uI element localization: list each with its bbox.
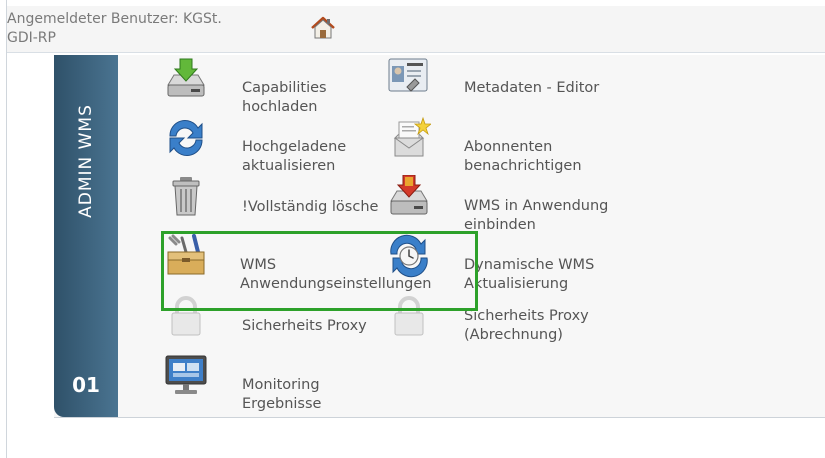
user-label-line2: GDI-RP	[7, 30, 56, 46]
item-capabilities-upload[interactable]: Capabilities hochladen	[164, 57, 374, 117]
toolbox-icon	[167, 234, 205, 275]
label-line1: Hochgeladene	[242, 139, 347, 155]
label-line1: Capabilities	[242, 80, 327, 96]
item-monitoring-results[interactable]: Monitoring Ergebnisse	[164, 354, 374, 414]
label-line1: Monitoring	[242, 377, 320, 393]
home-icon[interactable]	[310, 15, 336, 41]
item-security-proxy-billing[interactable]: Sicherheits Proxy (Abrechnung)	[387, 293, 627, 353]
item-delete-completely[interactable]: !Vollständig lösche	[164, 175, 389, 235]
item-label: Capabilities hochladen	[242, 79, 327, 117]
item-dynamic-wms-update[interactable]: Dynamische WMS Aktualisierung	[387, 234, 627, 294]
trash-icon	[172, 177, 200, 216]
item-wms-in-application[interactable]: WMS in Anwendung einbinden	[387, 175, 627, 235]
item-label: Dynamische WMS Aktualisierung	[464, 256, 594, 294]
item-label: Sicherheits Proxy (Abrechnung)	[464, 307, 589, 345]
id-card-icon	[388, 58, 428, 92]
label-line1: !Vollständig lösche	[242, 199, 379, 215]
item-security-proxy[interactable]: Sicherheits Proxy	[164, 293, 389, 353]
lock-icon	[394, 296, 424, 336]
item-label: Monitoring Ergebnisse	[242, 376, 321, 414]
item-label: Hochgeladene aktualisieren	[242, 138, 346, 176]
logged-in-user: Angemeldeter Benutzer: KGSt. GDI-RP	[7, 10, 307, 48]
item-notify-subscribers[interactable]: Abonnenten benachrichtigen	[387, 116, 627, 176]
label-line2: (Abrechnung)	[464, 327, 563, 343]
label-line2: Ergebnisse	[242, 396, 322, 412]
item-label: Metadaten - Editor	[464, 79, 599, 98]
drive-import-icon	[390, 175, 428, 215]
label-line2: hochladen	[242, 99, 318, 115]
item-wms-app-settings[interactable]: WMS Anwendungseinstellungen	[164, 234, 431, 294]
item-label: !Vollständig lösche	[242, 198, 378, 217]
refresh-icon	[169, 119, 203, 157]
frame-border	[6, 0, 7, 458]
sidebar-number: 01	[72, 373, 100, 397]
lock-icon	[171, 296, 201, 336]
monitor-icon	[165, 355, 207, 394]
item-label: WMS in Anwendung einbinden	[464, 197, 608, 235]
label-line2: Aktualisierung	[464, 276, 569, 292]
label-line1: Abonnenten	[464, 139, 553, 155]
label-line1: Dynamische WMS	[464, 257, 595, 273]
clock-refresh-icon	[390, 234, 428, 278]
item-label: Sicherheits Proxy	[242, 317, 367, 336]
admin-wms-sidebar: ADMIN WMS 01	[54, 55, 118, 417]
label-line1: Sicherheits Proxy	[464, 308, 589, 324]
item-label: Abonnenten benachrichtigen	[464, 138, 582, 176]
header-bar: Angemeldeter Benutzer: KGSt. GDI-RP	[7, 6, 825, 53]
item-update-uploaded[interactable]: Hochgeladene aktualisieren	[164, 116, 374, 176]
label-line1: WMS in Anwendung	[464, 198, 609, 214]
label-line2: benachrichtigen	[464, 158, 582, 174]
drive-download-icon	[167, 58, 205, 97]
item-metadata-editor[interactable]: Metadaten - Editor	[387, 57, 627, 117]
user-label-line1: Angemeldeter Benutzer: KGSt.	[7, 11, 222, 27]
label-line1: Metadaten - Editor	[464, 80, 600, 96]
label-line2: einbinden	[464, 217, 536, 233]
mail-star-icon	[393, 116, 431, 157]
label-line1: Sicherheits Proxy	[242, 318, 367, 334]
sidebar-title: ADMIN WMS	[76, 104, 96, 218]
label-line2: aktualisieren	[242, 158, 336, 174]
